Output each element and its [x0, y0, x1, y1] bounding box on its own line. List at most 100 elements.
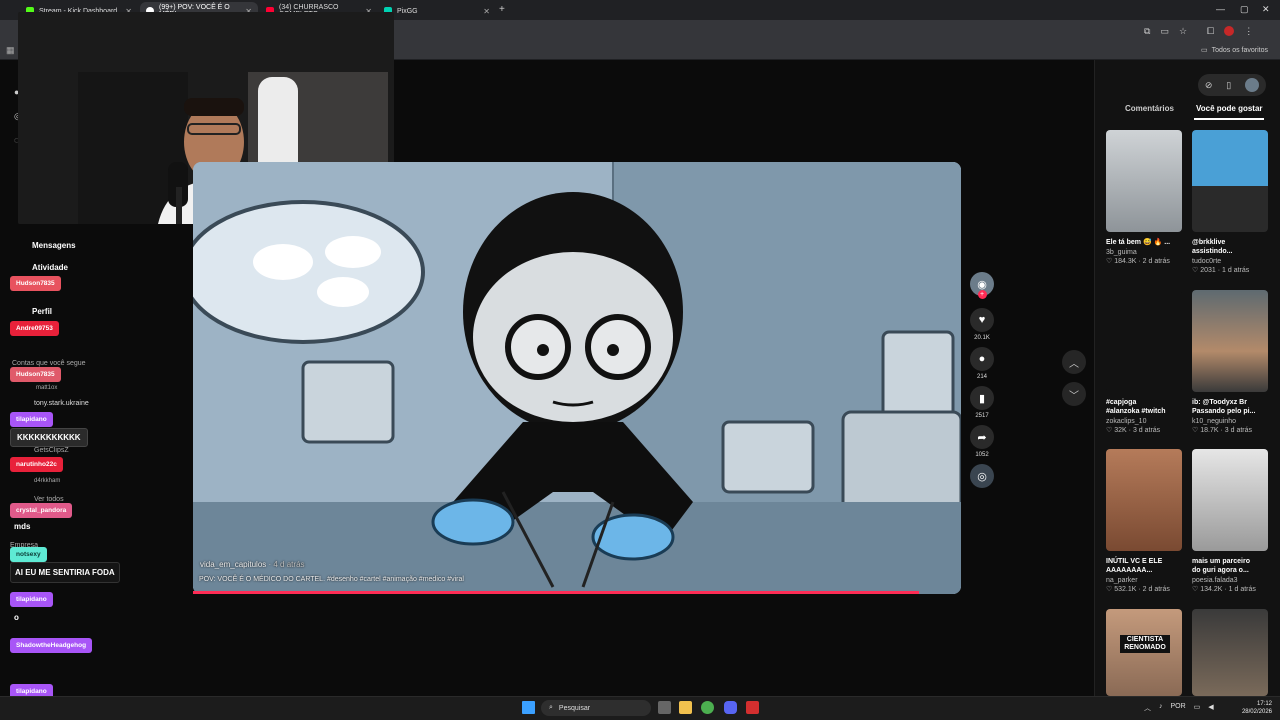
windows-start-icon[interactable] [522, 701, 535, 714]
music-disc-button[interactable]: ◎ [968, 464, 996, 488]
chat-message: AI EU ME SENTIRIA FODA [10, 562, 120, 583]
sidebar-account[interactable]: d4rkkham [34, 478, 60, 484]
video-age: · 4 d atrás [268, 560, 305, 569]
video-player[interactable] [193, 162, 961, 594]
video-thumbnail[interactable]: CIENTISTA RENOMADO [1106, 609, 1182, 696]
card-age: 2 d atrás [1142, 586, 1170, 593]
recommended-video-card[interactable]: Ele tá bem 😅 🔥 ... 3b_guima ♡ 184.3K · 2… [1106, 130, 1182, 265]
see-all-link[interactable]: Ver todos [34, 496, 64, 503]
minimize-icon[interactable]: — [1216, 4, 1225, 14]
video-author[interactable]: vida_em_capitulos [200, 560, 266, 569]
profile-icon[interactable] [1224, 26, 1235, 36]
thumbnail-caption: CIENTISTA RENOMADO [1120, 635, 1170, 653]
card-age: 3 d atrás [1224, 427, 1253, 434]
phone-icon[interactable]: ▯ [1226, 80, 1231, 91]
sidebar-account[interactable]: matt1ox [36, 385, 57, 391]
like-count: 20.1K [974, 335, 990, 341]
card-user[interactable]: poesia.falada3 [1192, 577, 1268, 584]
recommended-video-card[interactable]: @brkklive assistindo... tudoc0rte ♡ 2031… [1192, 130, 1268, 274]
comment-action[interactable]: ● 214 [968, 347, 996, 380]
active-tab-indicator [1194, 118, 1264, 120]
new-tab-icon[interactable]: + [499, 4, 505, 15]
recommended-video-card[interactable]: CIENTISTA RENOMADO [1106, 609, 1182, 696]
share-arrow-icon[interactable]: ➦ [970, 425, 994, 449]
card-meta: ♡ 18.7K · 3 d atrás [1192, 427, 1253, 434]
tab-you-may-like[interactable]: Você pode gostar [1196, 104, 1263, 113]
comment-icon[interactable]: ● [970, 347, 994, 371]
like-action[interactable]: ♥ 20.1K [968, 308, 996, 341]
close-tab-icon[interactable]: ✕ [483, 7, 490, 16]
recommended-video-card[interactable]: mais um parceiro do guri agora o... poes… [1192, 449, 1268, 593]
cast-icon[interactable]: ▭ [1160, 26, 1169, 37]
card-user[interactable]: k10_neguinho [1192, 418, 1268, 425]
maximize-icon[interactable]: ▢ [1240, 4, 1249, 15]
recommended-video-card[interactable] [1192, 609, 1268, 696]
card-likes: 532.1K [1114, 586, 1137, 593]
card-user[interactable]: 3b_guima [1106, 249, 1182, 256]
translate-icon[interactable]: ⧉ [1144, 26, 1150, 37]
video-thumbnail[interactable] [1192, 130, 1268, 232]
discord-icon[interactable] [724, 701, 737, 714]
save-action[interactable]: ▮ 2517 [968, 386, 996, 419]
previous-video-button[interactable]: ︿ [1062, 350, 1086, 374]
extensions-icon[interactable]: ⧠ [1207, 26, 1214, 37]
video-author-line[interactable]: vida_em_capitulos · 4 d atrás [200, 560, 305, 569]
bookmark-icon[interactable]: ▮ [970, 386, 994, 410]
card-user[interactable]: zokaclips_10 [1106, 418, 1182, 425]
task-view-icon[interactable] [658, 701, 671, 714]
chat-message: o [14, 613, 19, 622]
chrome-icon[interactable] [701, 701, 714, 714]
next-video-button[interactable]: ﹀ [1062, 382, 1086, 406]
tab-label: PixGG [397, 7, 418, 15]
card-user[interactable]: tudoc0rte [1192, 258, 1268, 265]
heart-icon[interactable]: ♥ [970, 308, 994, 332]
compass-icon[interactable]: ⊘ [1205, 80, 1213, 91]
language-indicator[interactable]: POR [1171, 703, 1186, 713]
bookmark-star-icon[interactable]: ☆ [1179, 26, 1187, 37]
favorites-label: Todos os favoritos [1211, 46, 1268, 54]
video-thumbnail[interactable] [1192, 609, 1268, 696]
taskbar-search[interactable]: ⌕ Pesquisar [541, 700, 651, 716]
recommended-video-card[interactable]: #capjoga #alanzoka #twitch zokaclips_10 … [1106, 290, 1182, 434]
tray-chevron-icon[interactable]: ︿ [1144, 703, 1151, 713]
volume-icon[interactable]: ◀ [1208, 703, 1213, 713]
video-thumbnail[interactable] [1106, 290, 1182, 392]
sidebar-item-activity[interactable]: Atividade [32, 263, 68, 272]
card-user[interactable]: na_parker [1106, 577, 1182, 584]
video-thumbnail[interactable] [1106, 130, 1182, 232]
sidebar-account[interactable]: GetsClipsZ [34, 447, 69, 454]
user-avatar-icon[interactable] [1245, 78, 1260, 92]
file-explorer-icon[interactable] [679, 701, 692, 714]
share-action[interactable]: ➦ 1052 [968, 425, 996, 458]
follow-plus-icon[interactable]: + [977, 290, 987, 299]
menu-dots-icon[interactable]: ⋮ [1244, 26, 1253, 37]
heart-outline-icon: ♡ [1192, 586, 1201, 593]
taskbar-clock[interactable]: 17:12 28/02/2026 [1242, 700, 1272, 716]
card-likes: 134.2K [1200, 586, 1223, 593]
author-avatar-button[interactable]: ◉ + [968, 272, 996, 299]
video-thumbnail[interactable] [1192, 290, 1268, 392]
sidebar-item-messages[interactable]: Mensagens [32, 241, 76, 250]
chat-message: crystal_pandora [10, 503, 73, 518]
all-bookmarks-button[interactable]: ▭ Todos os favoritos [1200, 46, 1268, 55]
sidebar-account[interactable]: tony.stark.ukraine [34, 400, 89, 407]
streaming-app-icon[interactable] [746, 701, 759, 714]
sidebar-item-profile[interactable]: Perfil [32, 307, 52, 316]
folder-icon: ▭ [1200, 47, 1208, 54]
tab-comments[interactable]: Comentários [1125, 104, 1174, 113]
video-thumbnail[interactable] [1106, 449, 1182, 551]
search-icon: ⌕ [549, 704, 553, 711]
recommended-video-card[interactable]: ib: @Toodyxz Br Passando pelo pi... k10_… [1192, 290, 1268, 434]
microphone-icon[interactable]: ♪ [1159, 703, 1163, 713]
network-icon[interactable]: ▭ [1194, 703, 1201, 713]
card-meta: ♡ 184.3K · 2 d atrás [1106, 258, 1170, 265]
video-thumbnail[interactable] [1192, 449, 1268, 551]
video-progress-bar[interactable] [193, 591, 919, 594]
chat-message: KKKKKKKKKKK [10, 428, 88, 447]
apps-grid-icon[interactable]: ▦ [6, 45, 15, 56]
close-window-icon[interactable]: ✕ [1262, 4, 1270, 15]
music-disc-icon[interactable]: ◎ [970, 464, 994, 488]
heart-outline-icon: ♡ [1106, 427, 1115, 434]
recommended-video-card[interactable]: INÚTIL VC E ELE AAAAAAAA... na_parker ♡ … [1106, 449, 1182, 593]
tab-pixgg[interactable]: PixGG ✕ [378, 2, 496, 20]
